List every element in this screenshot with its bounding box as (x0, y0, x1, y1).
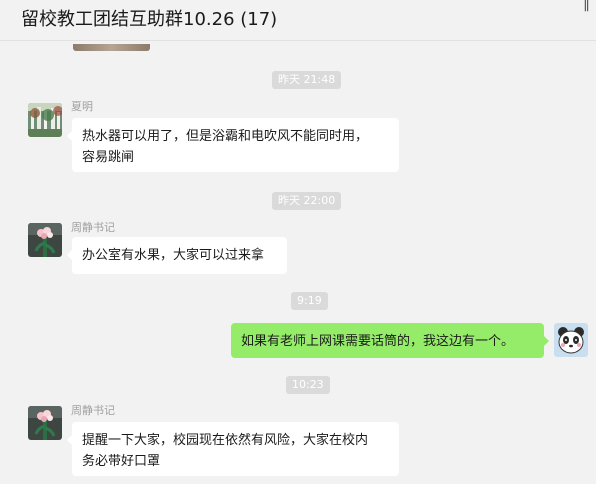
previous-image-message[interactable] (73, 44, 150, 51)
timestamp: 昨天 22:00 (272, 192, 342, 210)
close-icon[interactable]: ‖ (583, 0, 590, 12)
avatar[interactable] (28, 103, 62, 137)
avatar[interactable] (28, 406, 62, 440)
chat-window: 留校教工团结互助群10.26 (17) ‖ 昨天 21:48 夏明 热水器可以用… (0, 0, 596, 484)
sender-name: 周静书记 (71, 404, 115, 417)
timestamp: 昨天 21:48 (272, 71, 342, 89)
sender-name: 周静书记 (71, 221, 115, 234)
message-bubble[interactable]: 办公室有水果，大家可以过来拿 (67, 237, 287, 274)
chat-header: 留校教工团结互助群10.26 (17) ‖ (0, 0, 596, 41)
message-bubble[interactable]: 热水器可以用了，但是浴霸和电吹风不能同时用， 容易跳闸 (67, 118, 399, 172)
avatar-self[interactable] (554, 323, 588, 357)
message-bubble-self[interactable]: 如果有老师上网课需要话筒的，我这边有一个。 (231, 323, 549, 358)
panda-avatar-icon (554, 323, 588, 357)
message-bubble[interactable]: 提醒一下大家，校园现在依然有风险，大家在校内 务必带好口罩 (67, 422, 399, 476)
avatar[interactable] (28, 223, 62, 257)
chat-title: 留校教工团结互助群10.26 (17) (21, 9, 278, 30)
forest-avatar-icon (28, 103, 62, 137)
timestamp: 9:19 (291, 292, 328, 310)
timestamp: 10:23 (286, 376, 330, 394)
flower-avatar-icon (28, 223, 62, 257)
sender-name: 夏明 (71, 100, 93, 113)
flower-avatar-icon (28, 406, 62, 440)
